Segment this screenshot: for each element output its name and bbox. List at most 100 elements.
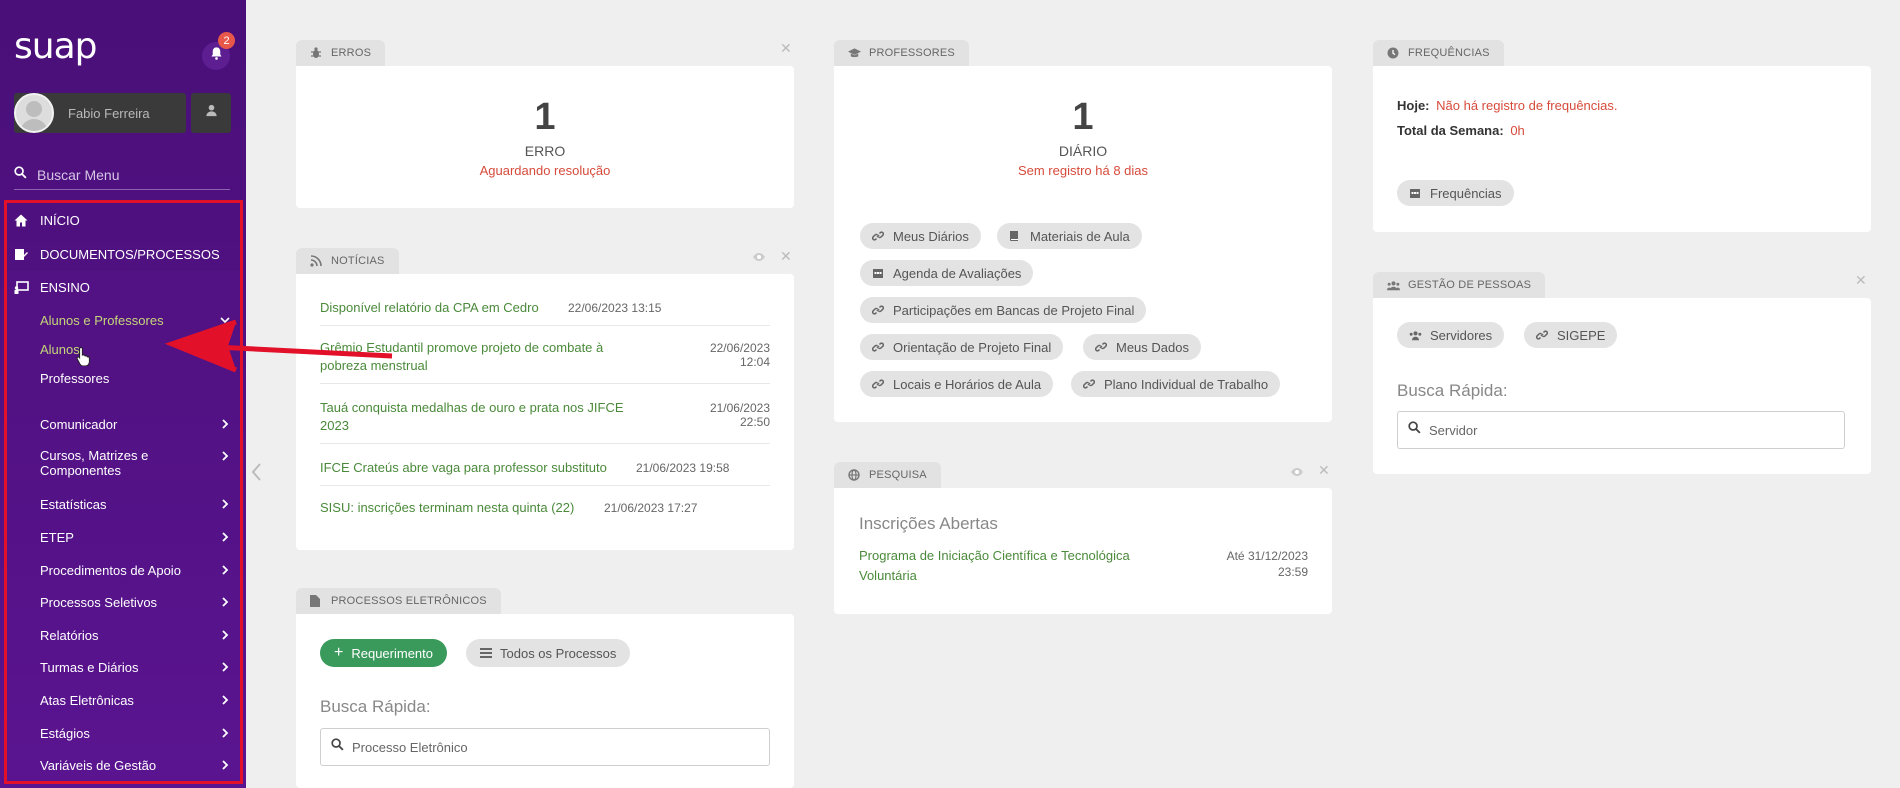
erros-label: ERRO (524, 143, 566, 159)
servidores-button[interactable]: Servidores (1397, 322, 1505, 348)
news-title-link[interactable]: IFCE Crateús abre vaga para professor su… (320, 460, 607, 475)
requerimento-button[interactable]: + Requerimento (320, 639, 447, 667)
tab-noticias: NOTÍCIAS (296, 248, 399, 274)
plano-individual-link[interactable]: Plano Individual de Trabalho (1071, 371, 1281, 397)
notification-count-badge: 2 (218, 32, 235, 49)
sigepe-button[interactable]: SIGEPE (1524, 322, 1618, 348)
erros-count[interactable]: 1 (296, 96, 794, 139)
news-title-line1: Grêmio Estudantil promove projeto de com… (320, 340, 604, 355)
hoje-value: Não há registro de frequências. (1436, 98, 1618, 113)
tab-label: FREQUÊNCIAS (1408, 47, 1490, 59)
semana-value: 0h (1510, 123, 1525, 138)
link-icon (872, 341, 885, 354)
close-icon[interactable]: ✕ (1855, 272, 1867, 289)
sidebar: suap 2 Fabio Ferreira INÍCIO DOCUMENTOS/… (0, 0, 246, 788)
news-date-line2: 12:04 (739, 355, 770, 369)
todos-processos-button[interactable]: Todos os Processos (466, 639, 631, 667)
semana-row: Total da Semana: 0h (1397, 123, 1525, 138)
users-icon (1387, 279, 1400, 291)
news-date-line1: 21/06/2023 (709, 401, 770, 415)
diario-status: Sem registro há 8 dias (1017, 163, 1149, 178)
notifications-button[interactable]: 2 (202, 32, 235, 70)
participacoes-bancas-link[interactable]: Participações em Bancas de Projeto Final (860, 297, 1147, 323)
link-icon (872, 304, 885, 317)
news-date-line1: 22/06/2023 (709, 341, 770, 355)
tab-label: ERROS (331, 47, 372, 59)
close-icon[interactable]: ✕ (780, 40, 792, 57)
tab-professores: PROFESSORES (834, 40, 969, 66)
book-icon (1009, 230, 1022, 243)
button-label: Requerimento (351, 645, 433, 661)
plus-icon: + (334, 644, 344, 661)
globe-icon (848, 469, 861, 481)
inscricoes-heading: Inscrições Abertas (859, 514, 998, 533)
servidor-search-input[interactable] (1429, 422, 1709, 438)
link-label: Meus Dados (1116, 339, 1189, 355)
news-date: 22/06/2023 12:04 (710, 341, 770, 369)
button-label: Servidores (1430, 327, 1493, 343)
frequencias-button[interactable]: Frequências (1397, 180, 1514, 206)
user-menu-button[interactable] (191, 93, 231, 133)
button-label: Frequências (1430, 185, 1502, 201)
button-label: Todos os Processos (500, 645, 617, 661)
news-date: 21/06/2023 19:58 (636, 461, 730, 475)
servidor-search-field (1397, 411, 1845, 449)
hoje-row: Hoje: Não há registro de frequências. (1397, 98, 1618, 113)
collapse-sidebar-icon[interactable] (250, 462, 264, 482)
file-icon (310, 595, 323, 607)
search-icon (331, 738, 344, 756)
meus-diarios-link[interactable]: Meus Diários (860, 223, 981, 249)
program-line2: Voluntária (859, 568, 917, 583)
news-date: 22/06/2023 13:15 (568, 301, 662, 315)
program-line1: Programa de Iniciação Científica e Tecno… (859, 548, 1130, 563)
news-date: 21/06/2023 17:27 (604, 501, 698, 515)
locais-horarios-link[interactable]: Locais e Horários de Aula (860, 371, 1054, 397)
close-icon[interactable]: ✕ (780, 248, 792, 265)
button-label: SIGEPE (1557, 327, 1606, 343)
agenda-avaliacoes-link[interactable]: Agenda de Avaliações (860, 260, 1034, 286)
user-name: Fabio Ferreira (68, 105, 150, 121)
busca-rapida-label: Busca Rápida: (320, 697, 431, 716)
tab-erros: ERROS (296, 40, 386, 66)
tab-processos: PROCESSOS ELETRÔNICOS (296, 588, 501, 614)
link-label: Participações em Bancas de Projeto Final (893, 302, 1135, 318)
meus-dados-link[interactable]: Meus Dados (1083, 334, 1201, 360)
news-date-line2: 22:50 (739, 415, 770, 429)
eye-icon[interactable] (1290, 467, 1304, 477)
frequencias-card (1373, 66, 1871, 232)
news-item: IFCE Crateús abre vaga para professor su… (320, 460, 770, 486)
rss-icon (310, 255, 323, 267)
processo-search-field (320, 728, 770, 766)
news-item: SISU: inscrições terminam nesta quinta (… (320, 500, 770, 525)
news-title-link[interactable]: Grêmio Estudantil promove projeto de com… (320, 340, 770, 373)
close-icon[interactable]: ✕ (1318, 462, 1330, 479)
search-icon (1408, 421, 1421, 439)
news-title-link[interactable]: Disponível relatório da CPA em Cedro (320, 300, 539, 315)
news-title-link[interactable]: SISU: inscrições terminam nesta quinta (… (320, 500, 574, 515)
user-profile-button[interactable]: Fabio Ferreira (14, 93, 186, 133)
diario-count[interactable]: 1 (834, 96, 1332, 139)
clock-icon (1387, 47, 1400, 59)
eye-icon[interactable] (752, 252, 766, 262)
menu-search-input[interactable] (37, 166, 217, 183)
materiais-aula-link[interactable]: Materiais de Aula (997, 223, 1142, 249)
hoje-label: Hoje: (1397, 98, 1430, 113)
news-date: 21/06/2023 22:50 (710, 401, 770, 429)
news-item: Tauá conquista medalhas de ouro e prata … (320, 400, 770, 444)
list-icon (480, 646, 492, 661)
deadline-line2: 23:59 (1277, 565, 1308, 579)
news-title-link[interactable]: Tauá conquista medalhas de ouro e prata … (320, 400, 770, 433)
erros-card: 1 ERRO Aguardando resolução (296, 66, 794, 208)
bug-icon (310, 47, 323, 59)
app-logo[interactable]: suap (14, 26, 97, 67)
link-icon (872, 230, 885, 243)
tab-gestao-pessoas: GESTÃO DE PESSOAS (1373, 272, 1546, 298)
orientacao-projeto-link[interactable]: Orientação de Projeto Final (860, 334, 1064, 360)
link-label: Meus Diários (893, 228, 969, 244)
menu-search (14, 160, 230, 190)
pesquisa-program-link[interactable]: Programa de Iniciação Científica e Tecno… (859, 546, 1130, 586)
news-item: Disponível relatório da CPA em Cedro 22/… (320, 300, 770, 326)
processo-search-input[interactable] (352, 739, 632, 755)
link-label: Materiais de Aula (1030, 228, 1130, 244)
tab-label: PROCESSOS ELETRÔNICOS (331, 595, 487, 607)
